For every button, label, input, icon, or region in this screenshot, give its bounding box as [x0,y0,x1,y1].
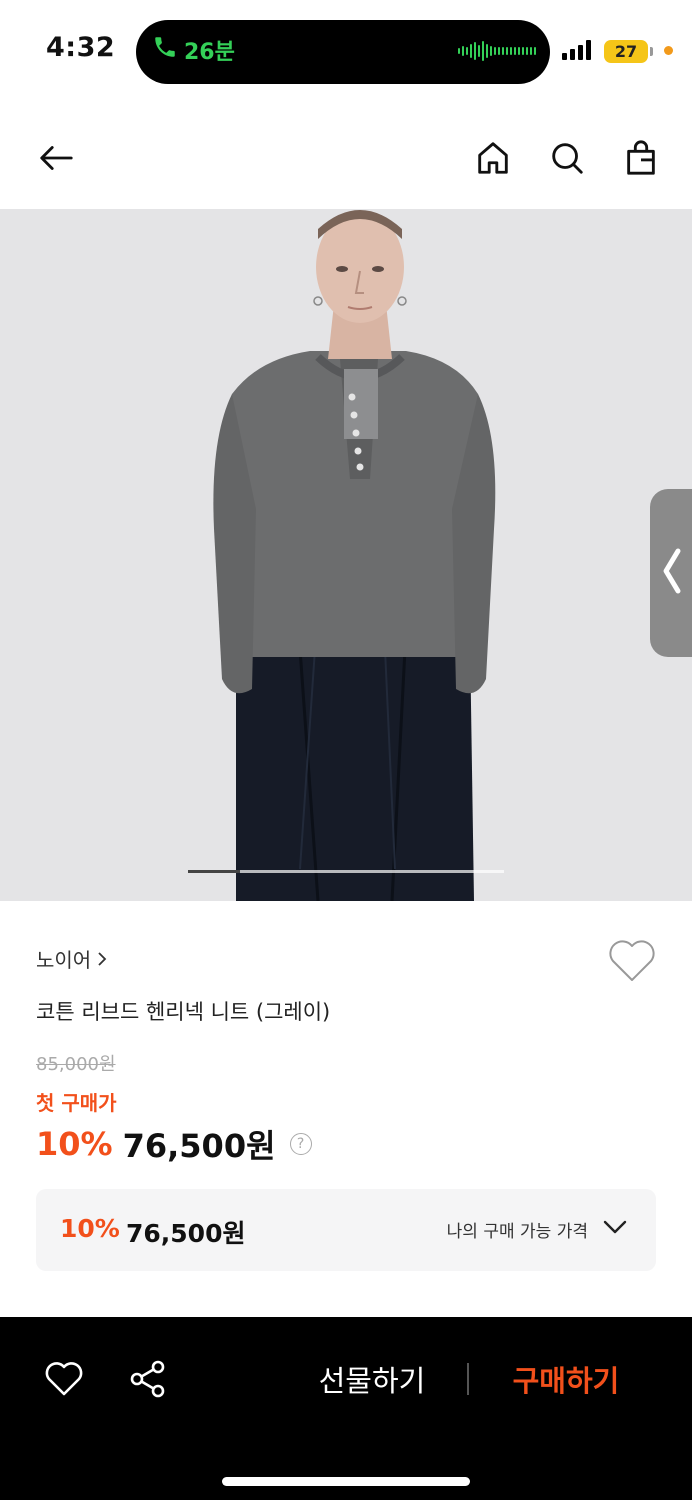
bottom-action-bar: 선물하기 구매하기 [0,1317,692,1500]
original-price: 85,000원 [36,1054,116,1075]
side-drawer-handle[interactable] [650,489,692,657]
buy-button[interactable]: 구매하기 [494,1357,638,1401]
discount-rate: 10% [36,1125,113,1163]
product-image-carousel[interactable] [0,209,692,901]
phone-icon [152,34,178,66]
shopping-bag-icon[interactable] [619,136,663,180]
chevron-left-icon [658,545,686,601]
box-price: 76,500원 [126,1219,246,1248]
my-price-label: 나의 구매 가능 가격 [446,1222,588,1242]
product-name: 코튼 리브드 헨리넥 니트 (그레이) [36,1000,331,1024]
gift-button[interactable]: 선물하기 [300,1357,444,1401]
search-icon[interactable] [545,136,589,180]
home-icon[interactable] [471,136,515,180]
brand-link[interactable]: 노이어 [36,944,109,973]
my-price-box[interactable]: 10% 76,500원 나의 구매 가능 가격 [36,1189,656,1271]
audio-waveform-icon [458,40,536,62]
carousel-pager-indicator [188,870,240,873]
box-discount-rate: 10% [60,1214,120,1243]
help-mark: ? [296,1136,305,1152]
status-time: 4:32 [46,32,116,63]
heart-icon[interactable] [44,1359,84,1399]
top-nav-bar [0,120,692,196]
chevron-right-icon [95,947,109,971]
battery-icon: 27 [604,40,648,63]
question-mark-icon[interactable]: ? [289,1133,312,1155]
privacy-indicator-dot [664,46,673,55]
cellular-signal-icon [562,40,591,60]
product-photo [0,209,692,901]
button-divider [467,1363,469,1395]
first-purchase-label: 첫 구매가 [36,1091,117,1115]
brand-name: 노이어 [36,948,92,972]
battery-tip [650,47,653,56]
call-duration: 26분 [184,40,235,65]
wishlist-heart-icon[interactable] [606,936,658,984]
status-bar: 4:32 26분 27 [0,0,692,100]
sale-price: 76,500원 [122,1127,276,1165]
price-row: 10% 76,500원 ? [36,1121,312,1167]
call-indicator[interactable]: 26분 [152,34,235,66]
share-icon[interactable] [128,1359,168,1399]
home-indicator[interactable] [222,1477,470,1486]
chevron-down-icon [602,1218,628,1241]
battery-level: 27 [614,42,638,61]
my-purchasable-price-toggle[interactable]: 나의 구매 가능 가격 [447,1217,628,1242]
back-arrow-icon[interactable] [34,136,78,180]
